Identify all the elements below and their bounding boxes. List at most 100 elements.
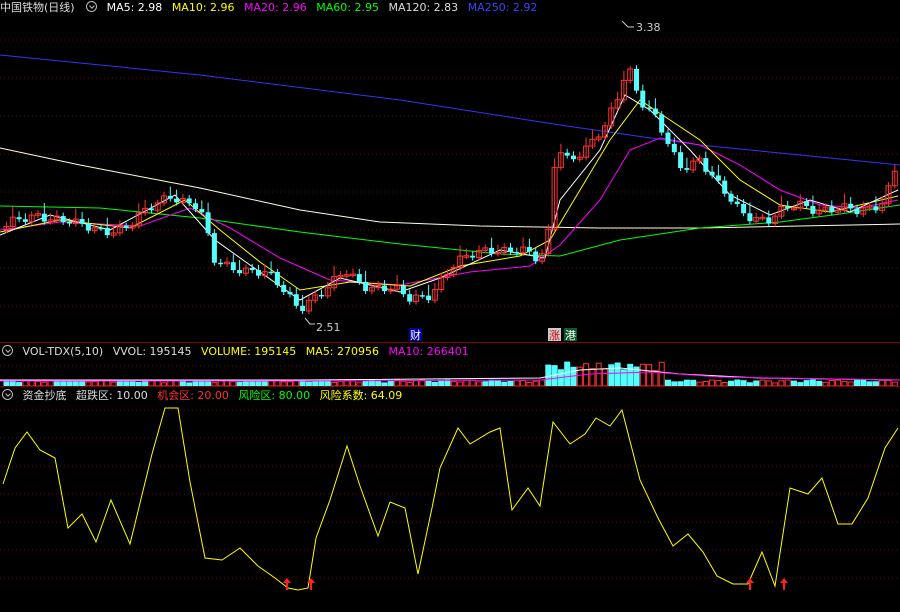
candle-body-15	[98, 227, 104, 230]
candle-body-32	[205, 212, 211, 234]
candle-body-74	[470, 255, 476, 258]
ma5-line	[0, 94, 899, 301]
candle-body-66	[419, 295, 425, 297]
candle-body-57	[363, 281, 369, 291]
candle-body-116	[734, 201, 740, 205]
volume-chart[interactable]	[0, 344, 900, 386]
candle-body-30	[193, 203, 198, 210]
volume-bar-99	[627, 363, 634, 386]
candle-body-67	[426, 295, 432, 301]
low-price-label: 2.51	[316, 321, 341, 334]
buy-signal-arrow-icon-3	[780, 578, 788, 590]
candle-body-42	[268, 271, 274, 274]
candle-body-12	[79, 219, 85, 224]
high-price-pointer	[621, 20, 634, 28]
candle-body-106	[671, 143, 677, 153]
candle-body-29	[186, 198, 192, 204]
candle-body-101	[640, 90, 646, 108]
candle-body-13	[85, 223, 91, 231]
candle-body-84	[533, 251, 539, 262]
ma10-line	[0, 99, 899, 291]
candle-body-27	[174, 198, 180, 203]
candle-body-135	[854, 208, 860, 215]
candle-body-77	[489, 247, 495, 254]
candle-body-47	[300, 305, 306, 311]
candle-body-44	[281, 285, 287, 293]
volume-bar-95	[602, 368, 608, 386]
candle-body-127	[804, 201, 810, 206]
candle-body-128	[810, 205, 816, 214]
candle-body-50	[319, 294, 324, 297]
volume-bar-97	[614, 362, 621, 386]
candle-body-108	[684, 168, 690, 170]
candle-body-36	[230, 262, 236, 271]
candle-body-89	[564, 152, 570, 156]
volume-bar-104	[658, 361, 665, 386]
volume-panel[interactable]: VOL-TDX(5,10) VVOL: 195145 VOLUME: 19514…	[0, 344, 900, 386]
candle-body-56	[356, 274, 362, 282]
candle-body-2	[16, 217, 22, 220]
candle-body-100	[634, 68, 639, 91]
low-price-pointer	[304, 317, 315, 325]
zhang-marker[interactable]: 涨	[549, 329, 560, 342]
candle-body-23	[148, 208, 154, 211]
price-panel[interactable]: 中国铁物(日线) MA5: 2.98 MA10: 2.96 MA20: 2.96…	[0, 0, 900, 342]
candlestick-chart[interactable]: 3.38 2.51 财 涨 港	[0, 0, 900, 342]
candle-body-43	[274, 271, 280, 286]
candle-body-33	[211, 233, 217, 263]
candle-body-60	[382, 285, 387, 292]
candle-body-6	[41, 213, 47, 222]
candle-body-64	[407, 294, 413, 302]
candle-body-80	[508, 247, 513, 252]
candle-body-19	[123, 225, 129, 229]
candle-body-107	[678, 152, 684, 169]
candle-body-90	[571, 155, 576, 160]
candle-body-31	[199, 209, 205, 213]
ma250-line	[0, 54, 900, 166]
gang-marker[interactable]: 港	[565, 329, 576, 342]
volume-bar-98	[620, 369, 627, 386]
candle-body-112	[709, 171, 715, 176]
candle-body-113	[715, 175, 721, 181]
candle-body-10	[67, 221, 72, 224]
candle-body-9	[60, 216, 66, 222]
candle-body-124	[785, 206, 791, 209]
candle-body-16	[104, 227, 110, 236]
volume-bar-93	[589, 368, 596, 386]
candle-body-39	[249, 268, 255, 271]
separator-price-volume	[0, 342, 900, 343]
candle-body-111	[703, 158, 709, 172]
candle-body-117	[741, 204, 747, 214]
candle-body-134	[848, 203, 854, 209]
candle-body-114	[722, 180, 728, 194]
candle-body-26	[167, 195, 173, 199]
candle-body-34	[218, 262, 224, 265]
cai-marker[interactable]: 财	[410, 328, 421, 342]
candle-body-46	[293, 294, 299, 306]
candle-body-121	[766, 217, 772, 224]
candle-body-105	[665, 132, 671, 144]
candle-body-103	[652, 108, 658, 115]
candle-body-37	[237, 270, 243, 274]
candle-body-115	[728, 193, 734, 202]
candle-body-138	[873, 206, 879, 211]
volume-bar-101	[639, 363, 646, 386]
candle-body-40	[256, 270, 261, 276]
candle-body-104	[659, 114, 665, 133]
candle-body-118	[747, 213, 753, 222]
volume-bar-102	[646, 364, 653, 386]
candle-body-81	[514, 251, 520, 254]
candle-body-131	[829, 207, 835, 213]
indicator-panel[interactable]: 资金抄底 超跌区: 10.00 机会区: 20.00 风险区: 80.00 风险…	[0, 388, 900, 612]
volume-bar-94	[595, 362, 602, 386]
candle-body-83	[526, 247, 532, 252]
candle-body-45	[287, 292, 293, 295]
candle-body-3	[22, 219, 28, 222]
candle-body-102	[646, 107, 652, 110]
high-price-label: 3.38	[636, 21, 661, 34]
volume-bar-89	[564, 361, 571, 386]
risk-coefficient-line	[2, 407, 899, 591]
separator-volume-indicator	[0, 386, 900, 387]
candle-body-63	[400, 285, 406, 295]
indicator-chart[interactable]	[0, 388, 900, 612]
